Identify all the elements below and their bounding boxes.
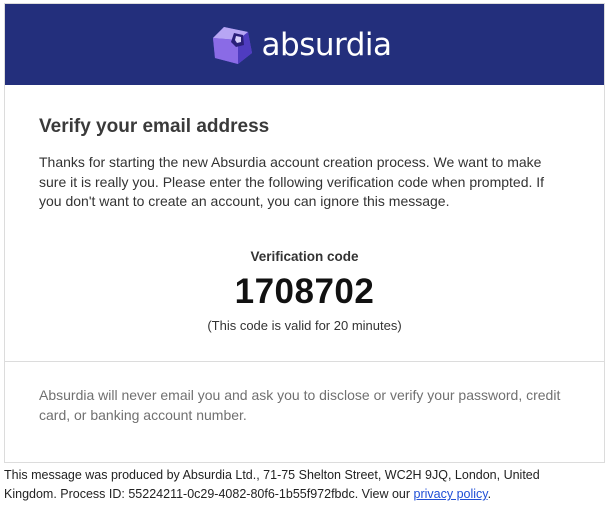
email-body: Verify your email address Thanks for sta… (5, 85, 604, 335)
brand-name: absurdia (261, 26, 392, 63)
code-validity-note: (This code is valid for 20 minutes) (207, 317, 402, 333)
page-title: Verify your email address (39, 116, 270, 137)
divider (5, 361, 604, 362)
footer-end: . (487, 487, 492, 501)
absurdia-cube-logo-icon (212, 26, 252, 64)
verification-code[interactable]: 1708702 (39, 270, 570, 314)
footer: This message was produced by Absurdia Lt… (4, 466, 574, 504)
email-header: absurdia (5, 4, 604, 85)
email-card: absurdia Verify your email address Thank… (4, 3, 605, 463)
verification-code-label: Verification code (250, 248, 359, 264)
intro-text: Thanks for starting the new Absurdia acc… (39, 154, 545, 209)
privacy-policy-link[interactable]: privacy policy (414, 487, 488, 501)
verification-code-block: Verification code 1708702 (This code is … (39, 248, 570, 335)
brand: absurdia (210, 23, 392, 67)
security-notice: Absurdia will never email you and ask yo… (39, 387, 561, 423)
